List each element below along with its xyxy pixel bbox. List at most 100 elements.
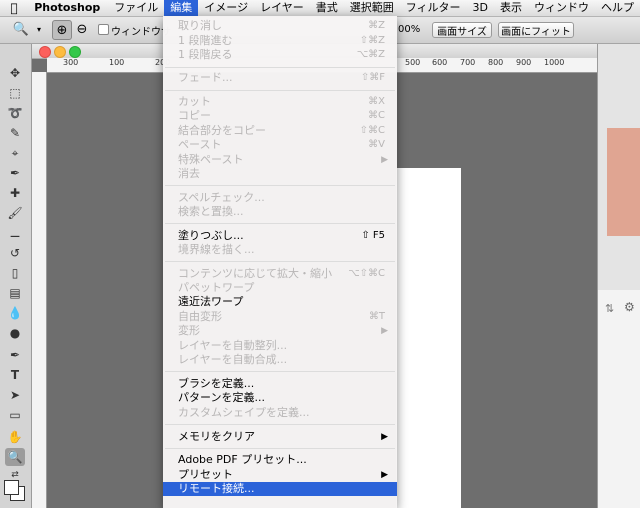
document-canvas[interactable]: [396, 168, 461, 508]
menu-item-label: パターンを定義...: [178, 391, 265, 404]
menu-separator: [165, 448, 395, 449]
zoom-out-icon[interactable]: ⊖: [73, 20, 91, 38]
menu-item-perspective-warp[interactable]: 遠近法ワープ: [163, 295, 397, 309]
menu-item-paste[interactable]: ペースト ⌘V: [163, 138, 397, 152]
menu-item-transform[interactable]: 変形 ▶: [163, 324, 397, 338]
healing-brush-tool-icon[interactable]: ✚: [5, 184, 25, 202]
menu-item-label: 1 段階戻る: [178, 48, 233, 61]
menu-item-stroke[interactable]: 境界線を描く...: [163, 243, 397, 257]
menu-item-spell-check[interactable]: スペルチェック...: [163, 191, 397, 205]
panel-adjust-icon[interactable]: ⇅: [605, 302, 614, 315]
gear-icon[interactable]: ⚙: [624, 300, 635, 314]
menu-item-undo[interactable]: 取り消し ⌘Z: [163, 19, 397, 33]
menu-window[interactable]: ウィンドウ: [528, 0, 595, 16]
menu-filter[interactable]: フィルター: [400, 0, 467, 16]
dodge-tool-icon[interactable]: ●: [5, 324, 25, 342]
menu-item-free-transform[interactable]: 自由変形 ⌘T: [163, 310, 397, 324]
menu-item-define-shape[interactable]: カスタムシェイプを定義...: [163, 406, 397, 420]
menu-item-label: リモート接続...: [178, 482, 255, 495]
zoom-tool-icon[interactable]: 🔍: [12, 20, 30, 38]
crop-tool-icon[interactable]: ⌖: [5, 144, 25, 162]
ruler-label: 100: [109, 58, 125, 67]
shortcut: ⇧⌘C: [359, 125, 385, 136]
chevron-down-icon[interactable]: ▾: [30, 20, 48, 38]
shortcut: ⌘X: [368, 96, 385, 107]
menu-item-label: メモリをクリア: [178, 430, 255, 443]
eraser-tool-icon[interactable]: ▯: [5, 264, 25, 282]
fit-screen-button[interactable]: 画面にフィット: [498, 22, 574, 38]
menu-item-find-replace[interactable]: 検索と置換...: [163, 205, 397, 219]
eyedropper-tool-icon[interactable]: ✒: [5, 164, 25, 182]
menu-item-content-aware-scale[interactable]: コンテンツに応じて拡大・縮小 ⌥⇧⌘C: [163, 267, 397, 281]
menu-image[interactable]: イメージ: [198, 0, 254, 16]
menu-item-step-back[interactable]: 1 段階戻る ⌥⌘Z: [163, 48, 397, 62]
menu-item-define-brush[interactable]: ブラシを定義...: [163, 377, 397, 391]
menu-edit[interactable]: 編集: [164, 0, 199, 16]
menu-item-label: 特殊ペースト: [178, 153, 244, 166]
menu-select[interactable]: 選択範囲: [344, 0, 400, 16]
close-window-icon[interactable]: [39, 46, 51, 58]
menu-item-auto-blend[interactable]: レイヤーを自動合成...: [163, 353, 397, 367]
quick-select-tool-icon[interactable]: ✎: [5, 124, 25, 142]
menu-file[interactable]: ファイル: [108, 0, 164, 16]
stamp-tool-icon[interactable]: ⚊: [5, 224, 25, 242]
hand-tool-icon[interactable]: ✋: [5, 428, 25, 446]
menu-item-auto-align[interactable]: レイヤーを自動整列...: [163, 339, 397, 353]
menu-layer[interactable]: レイヤー: [254, 0, 310, 16]
screen-size-button[interactable]: 画面サイズ: [432, 22, 492, 38]
zoom-in-icon[interactable]: ⊕: [52, 20, 72, 40]
brush-tool-icon[interactable]: 🖌: [5, 204, 25, 222]
shape-tool-icon[interactable]: ▭: [5, 406, 25, 424]
menu-item-purge[interactable]: メモリをクリア ▶: [163, 430, 397, 444]
gradient-tool-icon[interactable]: ▤: [5, 284, 25, 302]
menu-item-copy-merged[interactable]: 結合部分をコピー ⇧⌘C: [163, 124, 397, 138]
menu-item-copy[interactable]: コピー ⌘C: [163, 109, 397, 123]
menu-item-label: 取り消し: [178, 19, 222, 32]
menu-help[interactable]: ヘルプ: [595, 0, 640, 16]
menu-item-cut[interactable]: カット ⌘X: [163, 95, 397, 109]
menu-item-remote[interactable]: リモート接続...: [163, 482, 397, 496]
menu-type[interactable]: 書式: [310, 0, 344, 16]
submenu-arrow-icon: ▶: [381, 326, 388, 336]
zoom-window-icon[interactable]: [69, 46, 81, 58]
menu-item-puppet-warp[interactable]: パペットワープ: [163, 281, 397, 295]
minimize-window-icon[interactable]: [54, 46, 66, 58]
menu-item-step-forward[interactable]: 1 段階進む ⇧⌘Z: [163, 34, 397, 48]
menu-item-label: プリセット: [178, 468, 233, 481]
menu-item-label: 自由変形: [178, 310, 222, 323]
type-tool-icon[interactable]: T: [5, 366, 25, 384]
menu-item-fade[interactable]: フェード... ⇧⌘F: [163, 71, 397, 85]
zoom-value: 00%: [398, 24, 421, 35]
apple-icon[interactable]: : [0, 1, 28, 15]
menu-view[interactable]: 表示: [494, 0, 528, 16]
resize-windows-checkbox[interactable]: [98, 24, 109, 35]
shortcut: ⌘Z: [368, 20, 385, 31]
menu-item-pdf-presets[interactable]: Adobe PDF プリセット...: [163, 453, 397, 467]
menu-item-label: 1 段階進む: [178, 34, 233, 47]
menu-app[interactable]: Photoshop: [28, 0, 108, 16]
shortcut: ⌘T: [368, 311, 385, 322]
submenu-arrow-icon: ▶: [381, 155, 388, 165]
menu-separator: [165, 371, 395, 372]
pen-tool-icon[interactable]: ✒: [5, 346, 25, 364]
blur-tool-icon[interactable]: 💧: [5, 304, 25, 322]
menu-3d[interactable]: 3D: [467, 0, 494, 16]
menu-item-paste-special[interactable]: 特殊ペースト ▶: [163, 153, 397, 167]
menu-item-label: ペースト: [178, 138, 222, 151]
history-brush-tool-icon[interactable]: ↺: [5, 244, 25, 262]
menu-item-clear[interactable]: 消去: [163, 167, 397, 181]
move-tool-icon[interactable]: ✥: [5, 64, 25, 82]
path-select-tool-icon[interactable]: ➤: [5, 386, 25, 404]
lasso-tool-icon[interactable]: ➰: [5, 104, 25, 122]
menu-item-label: カスタムシェイプを定義...: [178, 406, 310, 419]
menu-item-label: 境界線を描く...: [178, 243, 255, 256]
menu-item-fill[interactable]: 塗りつぶし... ⇧ F5: [163, 229, 397, 243]
menu-item-label: コピー: [178, 109, 211, 122]
zoom-tool-icon[interactable]: 🔍: [5, 448, 25, 466]
menu-item-define-pattern[interactable]: パターンを定義...: [163, 391, 397, 405]
marquee-tool-icon[interactable]: ⬚: [5, 84, 25, 102]
foreground-color-swatch[interactable]: [4, 480, 19, 495]
panel-content: ⇅ ⚙: [598, 290, 640, 508]
menu-item-presets[interactable]: プリセット ▶: [163, 468, 397, 482]
menu-item-label: カット: [178, 95, 211, 108]
